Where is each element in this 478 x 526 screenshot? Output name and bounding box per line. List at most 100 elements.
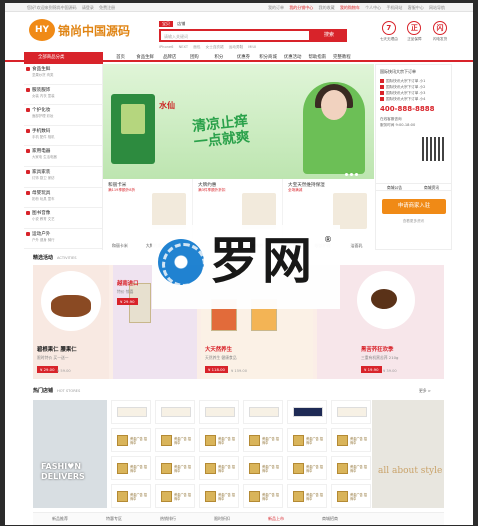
search-tab-shop[interactable]: 店铺 xyxy=(174,21,188,27)
category-item[interactable]: 个护化妆 面部护理 彩妆 xyxy=(24,105,102,126)
bottom-tab[interactable]: 新品推荐 xyxy=(33,513,87,525)
teapot-image xyxy=(371,289,397,309)
cart-link[interactable]: 我的购物车 xyxy=(340,5,360,10)
ad-cell[interactable]: 黄金广告 招商中 xyxy=(199,484,239,508)
ad-cell[interactable]: 黄金广告 招商中 xyxy=(331,428,371,452)
ad-cell[interactable]: 黄金广告 招商中 xyxy=(155,456,195,480)
deal-card[interactable]: 碧根果仁 腰果仁 限时特价 买一送一 ¥ 29.00 ¥ 59.00 xyxy=(33,265,109,379)
search-tab-goods[interactable]: 宝贝 xyxy=(159,21,173,27)
nuts-image xyxy=(51,295,91,317)
shops-more-link[interactable]: 更多 > xyxy=(419,388,431,394)
ad-logo xyxy=(161,491,172,502)
fashion-banner[interactable]: FASHI♥N DELIVERS xyxy=(33,400,107,508)
login-link[interactable]: 请登录 xyxy=(82,5,94,10)
promo-nav-item[interactable]: 和丽卡米 xyxy=(103,241,137,250)
deal-title: 越南进口 xyxy=(117,281,139,287)
ad-cell[interactable]: 黄金广告 招商中 xyxy=(199,456,239,480)
nav-item[interactable]: 品牌店 xyxy=(158,52,181,63)
section-title: 热门店铺 xyxy=(33,388,54,394)
hot-keyword[interactable]: 运动男鞋 xyxy=(229,45,243,49)
news-item[interactable]: 国际快讯大宗下订单 小4 xyxy=(380,96,447,102)
ad-cell[interactable]: 黄金广告 招商中 xyxy=(287,456,327,480)
nav-item[interactable]: 帮助指南 xyxy=(306,52,329,63)
ad-label: 黄金广告 招商中 xyxy=(306,493,323,501)
site-nav-link[interactable]: 网站导航 xyxy=(429,5,445,10)
nav-item[interactable]: 积分商城 xyxy=(257,52,280,63)
brand-logo-cell[interactable] xyxy=(287,400,327,424)
search-input[interactable]: 请输入关键词 xyxy=(159,29,311,42)
ad-cell[interactable]: 黄金广告 招商中 xyxy=(243,428,283,452)
category-menu-button[interactable]: 全部商品分类 xyxy=(24,52,103,64)
category-item[interactable]: 食品生鲜 坚果炒货 肉类 xyxy=(24,64,102,85)
brand-logo-cell[interactable] xyxy=(155,400,195,424)
category-icon xyxy=(26,231,30,236)
hot-keyword[interactable]: 女士连衣裙 xyxy=(206,45,224,49)
nav-item[interactable]: 优惠券 xyxy=(232,52,255,63)
service-link[interactable]: 客服中心 xyxy=(408,5,424,10)
deal-price: ¥ 19.90 xyxy=(361,366,382,373)
brand-logo-cell[interactable] xyxy=(331,400,371,424)
nav-items: 首页 食品生鲜 品牌店 团购 积分 优惠券 积分商城 优惠活动 帮助指南 完整教… xyxy=(109,52,353,63)
style-banner[interactable]: all about style xyxy=(372,400,444,508)
category-sub: 手机 配件 相机 xyxy=(32,134,55,139)
nav-item[interactable]: 完整教程 xyxy=(330,52,353,63)
ad-cell[interactable]: 黄金广告 招商中 xyxy=(199,428,239,452)
register-link[interactable]: 免费注册 xyxy=(99,5,115,10)
carousel-dot[interactable] xyxy=(345,173,348,176)
search-button[interactable]: 搜索 xyxy=(311,29,347,42)
hot-keyword[interactable]: iPhone6 xyxy=(159,45,173,49)
promo-nav-item[interactable]: 洁面乳 xyxy=(340,241,374,250)
hot-keyword[interactable]: 面包 xyxy=(193,45,200,49)
tab-news[interactable]: 商城资讯 xyxy=(413,184,450,192)
brand-logo-cell[interactable] xyxy=(111,400,151,424)
bottom-tab[interactable]: 商城招商 xyxy=(303,513,357,525)
merchant-join-button[interactable]: 申请商家入驻 xyxy=(382,199,446,214)
favorites-link[interactable]: 我的收藏 xyxy=(319,5,335,10)
nav-item[interactable]: 团购 xyxy=(183,52,206,63)
ad-cell[interactable]: 黄金广告 招商中 xyxy=(155,428,195,452)
ad-cell[interactable]: 黄金广告 招商中 xyxy=(287,484,327,508)
mobile-site-link[interactable]: 手机网站 xyxy=(386,5,402,10)
nav-item[interactable]: 食品生鲜 xyxy=(134,52,157,63)
hot-keyword[interactable]: NEXT xyxy=(179,45,189,49)
more-news-link[interactable]: 查看更多资讯 xyxy=(376,219,451,224)
service-label: 闪电发货 xyxy=(432,37,448,41)
ad-cell[interactable]: 黄金广告 招商中 xyxy=(111,428,151,452)
bottom-tab[interactable]: 特惠专区 xyxy=(87,513,141,525)
ad-cell[interactable]: 黄金广告 招商中 xyxy=(331,456,371,480)
ad-cell[interactable]: 黄金广告 招商中 xyxy=(111,456,151,480)
user-center-link[interactable]: 个人中心 xyxy=(365,5,381,10)
nav-item[interactable]: 首页 xyxy=(109,52,132,63)
category-item[interactable]: 图书音像 小说 教育 文艺 xyxy=(24,208,102,229)
ad-cell[interactable]: 黄金广告 招商中 xyxy=(243,456,283,480)
brand-logo xyxy=(161,407,191,417)
carousel-dot[interactable] xyxy=(355,173,358,176)
ad-cell[interactable]: 黄金广告 招商中 xyxy=(155,484,195,508)
ad-cell[interactable]: 黄金广告 招商中 xyxy=(111,484,151,508)
ad-cell[interactable]: 黄金广告 招商中 xyxy=(243,484,283,508)
ad-label: 黄金广告 招商中 xyxy=(130,437,147,445)
brand-logo-cell[interactable] xyxy=(199,400,239,424)
bottom-tab[interactable]: 热销排行 xyxy=(141,513,195,525)
brand-logo-cell[interactable] xyxy=(243,400,283,424)
bottom-tab[interactable]: 限时折扣 xyxy=(195,513,249,525)
distribution-link[interactable]: 我的分销中心 xyxy=(289,5,313,10)
bottom-tab-active[interactable]: 新品上市 xyxy=(249,513,303,525)
tab-notice[interactable]: 商城公告 xyxy=(376,184,413,192)
nav-item[interactable]: 优惠活动 xyxy=(281,52,304,63)
carousel-dots[interactable] xyxy=(343,172,358,178)
category-item[interactable]: 手机数码 手机 配件 相机 xyxy=(24,126,102,147)
my-orders-link[interactable]: 我的订单 xyxy=(268,5,284,10)
ad-cell[interactable]: 黄金广告 招商中 xyxy=(331,484,371,508)
category-item[interactable]: 服装服饰 女装 内衣 童装 xyxy=(24,85,102,106)
carousel-dot[interactable] xyxy=(350,173,353,176)
hot-keyword[interactable]: MIUI xyxy=(248,45,256,49)
category-item[interactable]: 家具家装 灯饰 厨卫 家纺 xyxy=(24,167,102,188)
ad-cell[interactable]: 黄金广告 招商中 xyxy=(287,428,327,452)
category-item[interactable]: 家用电器 大家电 生活电器 xyxy=(24,146,102,167)
category-item[interactable]: 母婴玩具 奶粉 玩具 童车 xyxy=(24,188,102,209)
nav-item[interactable]: 积分 xyxy=(207,52,230,63)
category-item[interactable]: 运动户外 户外 健身 骑行 xyxy=(24,229,102,250)
hero-banner[interactable]: 水仙 清凉止痒 一点就爽 xyxy=(103,64,374,179)
site-logo[interactable]: HY 锦尚中国源码 xyxy=(29,17,159,43)
